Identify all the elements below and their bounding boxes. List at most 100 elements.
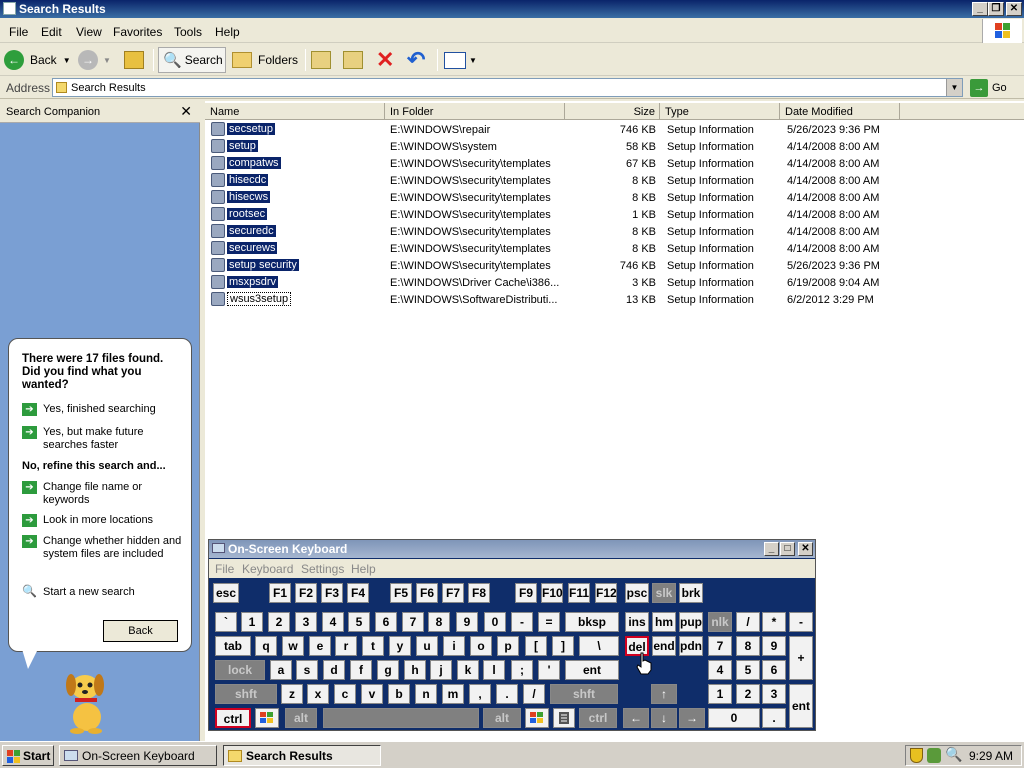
back-button[interactable]: ← Back ▼	[4, 47, 74, 73]
osk-titlebar[interactable]: On-Screen Keyboard _ □ ✕	[209, 540, 815, 558]
key[interactable]: lock	[215, 660, 265, 680]
window-titlebar[interactable]: Search Results _ ❐ ✕	[0, 0, 1024, 18]
close-button[interactable]: ✕	[1006, 2, 1022, 16]
key[interactable]: /	[736, 612, 760, 632]
search-icon[interactable]: 🔍	[945, 746, 962, 763]
key[interactable]: f	[350, 660, 372, 680]
key[interactable]: 3	[295, 612, 317, 632]
key[interactable]: 1	[241, 612, 263, 632]
key[interactable]: ]	[552, 636, 574, 656]
table-row[interactable]: rootsec E:\WINDOWS\security\templates 1 KB…	[205, 206, 1024, 223]
key[interactable]: F8	[468, 583, 490, 603]
key[interactable]: alt	[483, 708, 521, 728]
move-to-button[interactable]	[311, 47, 335, 73]
key[interactable]: d	[323, 660, 345, 680]
key[interactable]: j	[430, 660, 452, 680]
table-row[interactable]: setup security E:\WINDOWS\security\templa…	[205, 257, 1024, 274]
key[interactable]: 0	[484, 612, 506, 632]
key[interactable]: tab	[215, 636, 251, 656]
key[interactable]: 9	[762, 636, 786, 656]
key[interactable]: r	[335, 636, 357, 656]
key[interactable]: h	[404, 660, 426, 680]
osk-close-button[interactable]: ✕	[798, 542, 813, 556]
key[interactable]: b	[388, 684, 410, 704]
table-row[interactable]: securews E:\WINDOWS\security\templates 8 K…	[205, 240, 1024, 257]
osk-menu-settings[interactable]: Settings	[301, 562, 344, 576]
key[interactable]: e	[309, 636, 331, 656]
key[interactable]: q	[255, 636, 277, 656]
menu-view[interactable]: View	[76, 25, 102, 39]
key[interactable]: p	[497, 636, 519, 656]
close-pane-button[interactable]: ✕	[180, 103, 192, 120]
key[interactable]: -	[789, 612, 813, 632]
menu-help[interactable]: Help	[215, 25, 240, 39]
folders-button[interactable]: Folders	[232, 47, 300, 73]
key[interactable]: nlk	[708, 612, 732, 632]
key[interactable]: 1	[708, 684, 732, 704]
osk-menu-file[interactable]: File	[215, 562, 234, 576]
key[interactable]: v	[361, 684, 383, 704]
key[interactable]: k	[457, 660, 479, 680]
key[interactable]: F11	[568, 583, 590, 603]
key[interactable]: slk	[652, 583, 676, 603]
key[interactable]: +	[789, 636, 813, 680]
key[interactable]: 6	[375, 612, 397, 632]
column-header-in-folder[interactable]: In Folder	[385, 103, 565, 120]
key[interactable]: F9	[515, 583, 537, 603]
key[interactable]: ent	[565, 660, 619, 680]
key[interactable]: \	[579, 636, 619, 656]
key[interactable]: *	[762, 612, 786, 632]
key[interactable]: F5	[390, 583, 412, 603]
osk-minimize-button[interactable]: _	[764, 542, 779, 556]
windows-key-icon[interactable]	[255, 708, 279, 728]
key[interactable]: =	[538, 612, 560, 632]
key[interactable]: '	[538, 660, 560, 680]
key[interactable]: ctrl	[215, 708, 251, 728]
menu-tools[interactable]: Tools	[174, 25, 202, 39]
osk-menu-keyboard[interactable]: Keyboard	[242, 562, 293, 576]
key[interactable]: 8	[428, 612, 450, 632]
key[interactable]: bksp	[565, 612, 619, 632]
key[interactable]: 7	[402, 612, 424, 632]
key[interactable]: pdn	[679, 636, 703, 656]
arrow-down-key[interactable]: ↓	[651, 708, 677, 728]
key[interactable]: hm	[652, 612, 676, 632]
menu-key-icon[interactable]	[553, 708, 575, 728]
key[interactable]: t	[362, 636, 384, 656]
key[interactable]: 2	[736, 684, 760, 704]
arrow-up-key[interactable]: ↑	[651, 684, 677, 704]
table-row[interactable]: wsus3setup E:\WINDOWS\SoftwareDistributi.…	[205, 291, 1024, 308]
views-button[interactable]: ▼	[444, 47, 480, 73]
minimize-button[interactable]: _	[972, 2, 988, 16]
column-header-name[interactable]: Name	[205, 103, 385, 120]
key[interactable]: .	[496, 684, 518, 704]
forward-button[interactable]: → ▼	[78, 47, 116, 73]
key[interactable]: ins	[625, 612, 649, 632]
windows-key-icon[interactable]	[525, 708, 549, 728]
key[interactable]: ,	[469, 684, 491, 704]
key[interactable]: .	[762, 708, 786, 728]
key[interactable]: alt	[285, 708, 317, 728]
key[interactable]: 9	[456, 612, 478, 632]
key[interactable]: m	[442, 684, 464, 704]
key[interactable]: F12	[595, 583, 617, 603]
key[interactable]: l	[483, 660, 505, 680]
space-bar[interactable]	[323, 708, 479, 728]
menu-edit[interactable]: Edit	[41, 25, 62, 39]
network-icon[interactable]	[927, 748, 941, 763]
table-row[interactable]: setup E:\WINDOWS\system 58 KB Setup Informa…	[205, 138, 1024, 155]
go-button[interactable]: → Go	[970, 79, 1007, 97]
key[interactable]: y	[389, 636, 411, 656]
key[interactable]: 7	[708, 636, 732, 656]
table-row[interactable]: hisecws E:\WINDOWS\security\templates 8 KB…	[205, 189, 1024, 206]
key[interactable]: w	[282, 636, 304, 656]
key[interactable]: o	[470, 636, 492, 656]
table-row[interactable]: hisecdc E:\WINDOWS\security\templates 8 KB…	[205, 172, 1024, 189]
key[interactable]: F2	[295, 583, 317, 603]
taskbar-item-on-screen-keyboard[interactable]: On-Screen Keyboard	[59, 745, 217, 766]
arrow-right-key[interactable]: →	[679, 708, 705, 728]
key[interactable]: shft	[215, 684, 277, 704]
key[interactable]: ;	[511, 660, 533, 680]
restore-button[interactable]: ❐	[988, 2, 1004, 16]
osk-menu-help[interactable]: Help	[351, 562, 376, 576]
